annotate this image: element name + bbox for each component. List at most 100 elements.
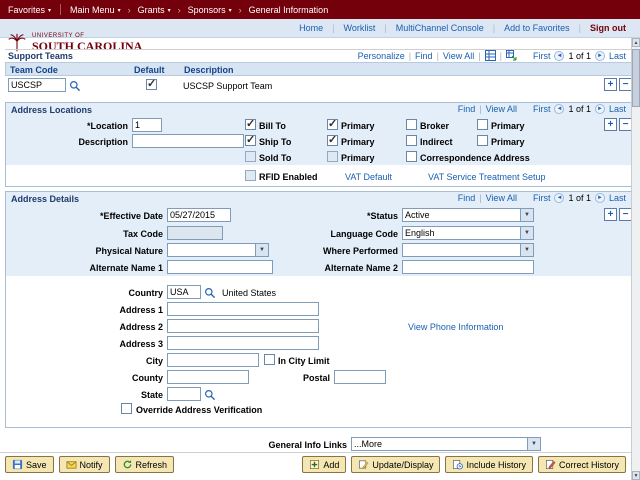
first-arrow-icon[interactable]: ◄ [554, 104, 564, 114]
breadcrumb-sponsors[interactable]: Sponsors ▾ [188, 5, 232, 15]
team-code-lookup-icon[interactable] [69, 80, 81, 92]
correct-history-button[interactable]: Correct History [538, 456, 626, 473]
first-arrow-icon[interactable]: ◄ [554, 193, 564, 203]
vat-default-link[interactable]: VAT Default [345, 172, 392, 182]
address1-label: Address 1 [60, 305, 163, 315]
broker-label: Broker [420, 121, 449, 131]
sold-to-label: Sold To [259, 153, 291, 163]
country-lookup-icon[interactable] [204, 287, 216, 299]
sold-primary-checkbox[interactable] [327, 151, 338, 162]
support-teams-add-row-button[interactable]: + [604, 78, 617, 91]
location-label: *Location [30, 121, 128, 131]
postal-input[interactable] [334, 370, 386, 384]
find-link[interactable]: Find [415, 51, 433, 61]
broker-checkbox[interactable] [406, 119, 417, 130]
broker-primary-checkbox[interactable] [477, 119, 488, 130]
address-locations-title: Address Locations [11, 105, 92, 115]
view-all-link[interactable]: View All [486, 193, 517, 203]
zoom-grid-icon[interactable] [485, 50, 496, 61]
address-details-add-row-button[interactable]: + [604, 208, 617, 221]
default-checkbox[interactable] [146, 79, 157, 90]
vertical-scrollbar[interactable]: ▲ ▼ [631, 38, 640, 480]
multichannel-console-link[interactable]: MultiChannel Console [396, 23, 484, 33]
correspondence-address-checkbox[interactable] [406, 151, 417, 162]
find-link[interactable]: Find [458, 193, 476, 203]
support-teams-title: Support Teams [8, 51, 73, 61]
status-select[interactable]: Active ▼ [402, 208, 534, 222]
county-input[interactable] [167, 370, 249, 384]
sold-to-checkbox[interactable] [245, 151, 256, 162]
view-all-link[interactable]: View All [443, 51, 474, 61]
address2-input[interactable] [167, 319, 319, 333]
description-label: Description [30, 137, 128, 147]
where-performed-select[interactable]: ▼ [402, 243, 534, 257]
first-link[interactable]: First [533, 193, 551, 203]
first-link[interactable]: First [533, 104, 551, 114]
view-all-link[interactable]: View All [486, 104, 517, 114]
correct-history-button-label: Correct History [559, 460, 619, 470]
find-link[interactable]: Find [458, 104, 476, 114]
bill-primary-checkbox[interactable] [327, 119, 338, 130]
rfid-enabled-checkbox[interactable] [245, 170, 256, 181]
scroll-up-button[interactable]: ▲ [632, 38, 640, 47]
home-link[interactable]: Home [299, 23, 323, 33]
description-input[interactable] [132, 134, 244, 148]
worklist-link[interactable]: Worklist [344, 23, 376, 33]
last-link[interactable]: Last [609, 104, 626, 114]
location-input[interactable] [132, 118, 162, 132]
breadcrumb-main-menu[interactable]: Main Menu ▾ [70, 5, 121, 15]
general-info-links-select[interactable]: ...More ▼ [351, 437, 541, 451]
footer-toolbar: Save Notify Refresh [0, 456, 640, 473]
column-header-team-code: Team Code [10, 65, 58, 75]
last-arrow-icon[interactable]: ► [595, 193, 605, 203]
update-display-button[interactable]: Update/Display [351, 456, 440, 473]
dropdown-arrow-icon: ▼ [520, 209, 533, 221]
include-history-button[interactable]: Include History [445, 456, 533, 473]
include-history-icon [452, 459, 463, 470]
state-input[interactable] [167, 387, 201, 401]
notify-button[interactable]: Notify [59, 456, 110, 473]
last-link[interactable]: Last [609, 51, 626, 61]
bill-to-checkbox[interactable] [245, 119, 256, 130]
last-arrow-icon[interactable]: ► [595, 51, 605, 61]
breadcrumb-grants[interactable]: Grants ▾ [138, 5, 171, 15]
alternate-name2-input[interactable] [402, 260, 534, 274]
address1-input[interactable] [167, 302, 319, 316]
personalize-link[interactable]: Personalize [358, 51, 405, 61]
scroll-down-button[interactable]: ▼ [632, 471, 640, 480]
view-phone-information-link[interactable]: View Phone Information [408, 322, 503, 332]
country-input[interactable] [167, 285, 201, 299]
address3-input[interactable] [167, 336, 319, 350]
breadcrumb-favorites[interactable]: Favorites ▾ [8, 5, 51, 15]
indirect-primary-checkbox[interactable] [477, 135, 488, 146]
ship-primary-checkbox[interactable] [327, 135, 338, 146]
language-code-select[interactable]: English ▼ [402, 226, 534, 240]
physical-nature-select[interactable]: ▼ [167, 243, 269, 257]
refresh-button[interactable]: Refresh [115, 456, 175, 473]
in-city-limit-checkbox[interactable] [264, 354, 275, 365]
scrollbar-thumb[interactable] [632, 49, 640, 107]
add-button[interactable]: Add [302, 456, 346, 473]
first-arrow-icon[interactable]: ◄ [554, 51, 564, 61]
ship-to-checkbox[interactable] [245, 135, 256, 146]
state-lookup-icon[interactable] [204, 389, 216, 401]
indirect-checkbox[interactable] [406, 135, 417, 146]
override-address-verification-checkbox[interactable] [121, 403, 132, 414]
support-teams-row-counter: 1 of 1 [568, 51, 591, 61]
first-link[interactable]: First [533, 51, 551, 61]
toolbar-separator: | [479, 193, 481, 203]
address-locations-add-row-button[interactable]: + [604, 118, 617, 131]
alternate-name1-input[interactable] [167, 260, 273, 274]
team-code-input[interactable] [8, 78, 66, 92]
vat-service-treatment-setup-link[interactable]: VAT Service Treatment Setup [428, 172, 546, 182]
download-grid-icon[interactable] [506, 50, 517, 61]
effective-date-input[interactable] [167, 208, 231, 222]
alternate-name2-label: Alternate Name 2 [300, 263, 398, 273]
last-arrow-icon[interactable]: ► [595, 104, 605, 114]
last-link[interactable]: Last [609, 193, 626, 203]
city-input[interactable] [167, 353, 259, 367]
address-locations-pager: Find | View All First ◄ 1 of 1 ► Last [458, 104, 626, 114]
add-to-favorites-link[interactable]: Add to Favorites [504, 23, 570, 33]
save-button[interactable]: Save [5, 456, 54, 473]
sign-out-link[interactable]: Sign out [590, 23, 626, 33]
